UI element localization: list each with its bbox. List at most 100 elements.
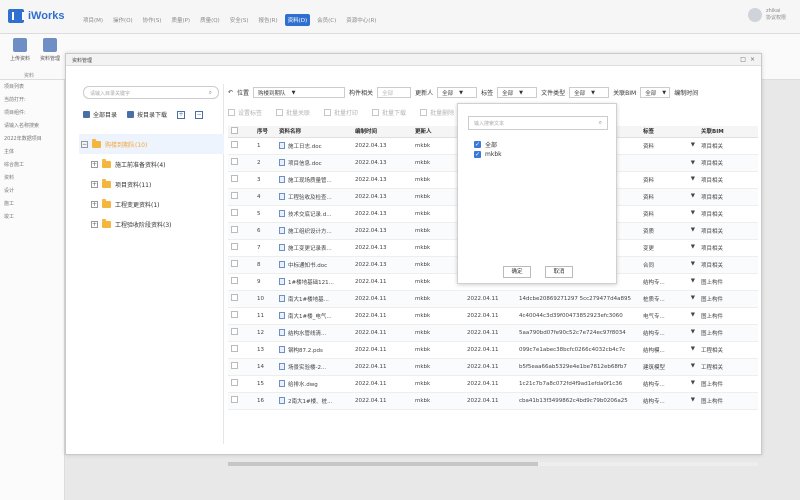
updater-select[interactable]: 全部 ▼ [437, 87, 478, 98]
bim-link-cell[interactable]: 图上构件 [698, 324, 758, 342]
bim-link-cell[interactable]: 项目相关 [698, 137, 758, 155]
sidebar-line[interactable]: 主体 [0, 145, 64, 158]
caret-down-icon[interactable]: ▼ [691, 176, 695, 184]
row-checkbox-cell[interactable] [228, 154, 254, 172]
tree-node[interactable]: − 购楼到期队(10) [79, 134, 224, 154]
column-header[interactable]: 标签 [640, 126, 698, 138]
file-name-cell[interactable]: 南大1#楼地基... [276, 290, 352, 308]
bim-link-cell[interactable]: 项目相关 [698, 154, 758, 172]
tree-node[interactable]: + 工程验收阶段资料(3) [79, 214, 224, 234]
file-name-cell[interactable]: 技术交底记录.d... [276, 205, 352, 223]
download-by-directory-button[interactable]: 按目录下载 [127, 110, 167, 119]
tag-cell[interactable]: 结构专... ▼ [640, 273, 698, 291]
row-checkbox[interactable] [231, 175, 238, 182]
row-checkbox-cell[interactable] [228, 341, 254, 359]
row-checkbox-cell[interactable] [228, 358, 254, 376]
file-name[interactable]: 钢构87.2.pds [288, 348, 323, 354]
row-checkbox-cell[interactable] [228, 239, 254, 257]
bim-select[interactable]: 全部 ▼ [640, 87, 671, 98]
file-name[interactable]: 施工现场质量管... [288, 178, 332, 184]
caret-down-icon[interactable]: ▼ [691, 227, 695, 235]
file-name[interactable]: 工程验收及检查... [288, 195, 332, 201]
row-checkbox[interactable] [231, 277, 238, 284]
top-nav-item[interactable]: 报告(R) [256, 14, 281, 26]
tag-cell[interactable]: 结构专... ▼ [640, 375, 698, 393]
table-row[interactable]: 12 结构水管线清... 2022.04.11 mkbk 2022.04.11 5aa79… [228, 324, 758, 342]
upload-button[interactable]: 上传资料 [6, 38, 34, 62]
bim-link-cell[interactable]: 项目相关 [698, 256, 758, 274]
top-nav-item[interactable]: 质量(Q) [197, 14, 223, 26]
caret-down-icon[interactable]: ▼ [691, 160, 695, 166]
bim-link-cell[interactable]: 工程相关 [698, 341, 758, 359]
row-checkbox-cell[interactable] [228, 222, 254, 240]
add-directory-icon[interactable]: + [177, 110, 186, 119]
bim-link-cell[interactable]: 项目相关 [698, 171, 758, 189]
collapse-icon[interactable]: − [81, 140, 88, 148]
confirm-button[interactable]: 确定 [503, 266, 531, 278]
sidebar-line[interactable]: 设计 [0, 184, 64, 197]
file-name[interactable]: 场景实验楼-2... [288, 365, 326, 371]
file-name[interactable]: 项目信息.doc [288, 161, 322, 167]
caret-down-icon[interactable]: ▼ [691, 295, 695, 303]
caret-down-icon[interactable]: ▼ [691, 380, 695, 388]
row-checkbox[interactable] [231, 362, 238, 369]
table-row[interactable]: 14 场景实验楼-2... 2022.04.11 mkbk 2022.04.11 b5f5… [228, 358, 758, 376]
table-row[interactable]: 15 给排水.dwg 2022.04.11 mkbk 2022.04.11 1c21c7b… [228, 375, 758, 393]
row-checkbox-cell[interactable] [228, 290, 254, 308]
row-checkbox-cell[interactable] [228, 392, 254, 410]
tag-cell[interactable]: 电气专... ▼ [640, 307, 698, 325]
top-nav-item[interactable]: 操作(O) [110, 14, 136, 26]
file-name-cell[interactable]: 给排水.dwg [276, 375, 352, 393]
top-nav-item[interactable]: 协作(S) [140, 14, 165, 26]
column-header[interactable]: 资料名称 [276, 126, 352, 138]
top-nav-item[interactable]: 安全(S) [227, 14, 252, 26]
column-header[interactable]: 编制时间 [352, 126, 412, 138]
bim-link-cell[interactable]: 工程相关 [698, 358, 758, 376]
row-checkbox-cell[interactable] [228, 137, 254, 155]
sidebar-line[interactable]: 2022年数据项目 [0, 132, 64, 145]
component-select[interactable]: 全部 [377, 87, 412, 98]
caret-down-icon[interactable]: ▼ [691, 329, 695, 337]
caret-down-icon[interactable]: ▼ [691, 210, 695, 218]
file-name[interactable]: 技术交底记录.d... [288, 212, 332, 218]
sidebar-line[interactable]: 请输入名称搜索 [0, 119, 64, 132]
option-all[interactable]: ✓ 全部 [474, 140, 497, 149]
select-all-header[interactable] [228, 126, 254, 138]
file-name-cell[interactable]: 施工组织设计方... [276, 222, 352, 240]
row-checkbox-cell[interactable] [228, 205, 254, 223]
row-checkbox-cell[interactable] [228, 375, 254, 393]
bim-link-cell[interactable]: 项目相关 [698, 205, 758, 223]
row-checkbox-cell[interactable] [228, 324, 254, 342]
row-checkbox[interactable] [231, 192, 238, 199]
file-name[interactable]: 1#楼地基础121... [288, 280, 334, 286]
bim-link-cell[interactable]: 图上构件 [698, 273, 758, 291]
sidebar-line[interactable]: 综合施工 [0, 158, 64, 171]
caret-down-icon[interactable]: ▼ [691, 346, 695, 354]
file-name[interactable]: 给排水.dwg [288, 382, 318, 388]
file-name-cell[interactable]: 施工现场质量管... [276, 171, 352, 189]
file-name-cell[interactable]: 南大1#楼_电气... [276, 307, 352, 325]
top-nav-item[interactable]: 会员(C) [314, 14, 339, 26]
tag-cell[interactable]: 结构专... ▼ [640, 392, 698, 410]
table-row[interactable]: 10 南大1#楼地基... 2022.04.11 mkbk 2022.04.11 14dc… [228, 290, 758, 308]
top-nav-item[interactable]: 质量(P) [168, 14, 193, 26]
tag-cell[interactable]: 结构专... ▼ [640, 324, 698, 342]
tag-cell[interactable]: 桩质专... ▼ [640, 290, 698, 308]
top-nav-item[interactable]: 项目(M) [80, 14, 106, 26]
select-all-checkbox[interactable] [231, 126, 238, 134]
date-filter-label[interactable]: 编制时间 [674, 88, 698, 97]
file-name-cell[interactable]: 场景实验楼-2... [276, 358, 352, 376]
tag-cell[interactable]: 合同 ▼ [640, 256, 698, 274]
caret-down-icon[interactable]: ▼ [691, 244, 695, 252]
maximize-icon[interactable]: □ [740, 56, 746, 63]
action-button[interactable]: 批量关联 [276, 108, 310, 117]
table-row[interactable]: 13 钢构87.2.pds 2022.04.11 mkbk 2022.04.11 099c… [228, 341, 758, 359]
row-checkbox[interactable] [231, 158, 238, 165]
location-select[interactable]: 购楼到期队 ▼ [253, 87, 346, 98]
row-checkbox[interactable] [231, 260, 238, 267]
row-checkbox[interactable] [231, 294, 238, 301]
file-name[interactable]: 施工日志.doc [288, 144, 322, 150]
tag-cell[interactable]: 资料 ▼ [640, 188, 698, 206]
action-button[interactable]: 批量打印 [324, 108, 358, 117]
tag-cell[interactable]: 建筑模型 ▼ [640, 358, 698, 376]
